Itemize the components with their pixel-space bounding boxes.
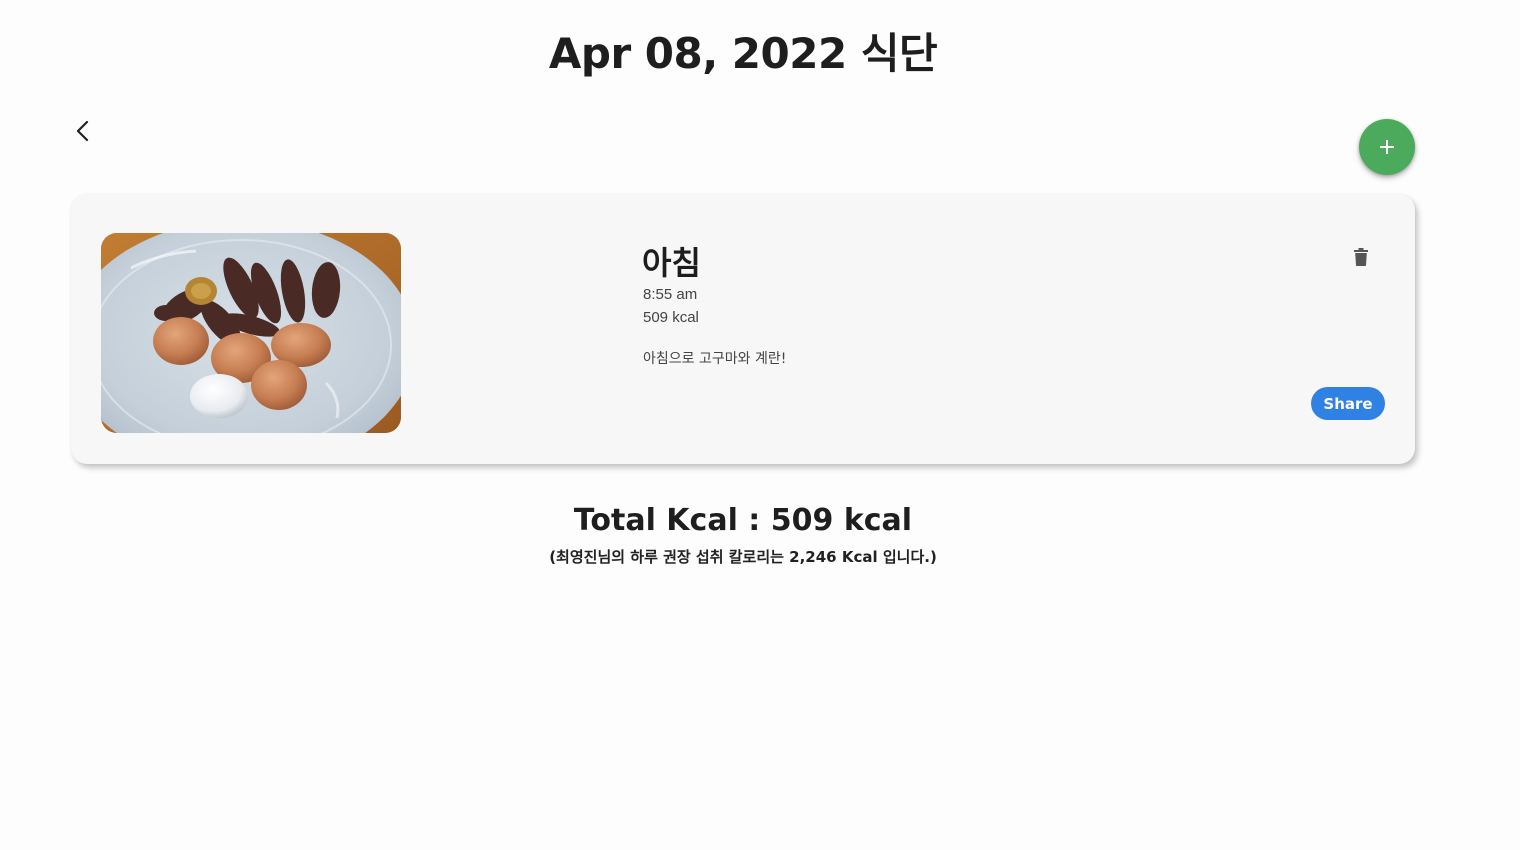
share-button[interactable]: Share bbox=[1311, 387, 1385, 420]
add-meal-button[interactable] bbox=[1359, 119, 1415, 175]
page: Apr 08, 2022 식단 아침 8:55 am 509 kcal 아침으로… bbox=[0, 0, 1520, 850]
total-kcal: Total Kcal : 509 kcal bbox=[573, 503, 913, 538]
meal-memo: 아침으로 고구마와 계란! bbox=[643, 351, 787, 367]
delete-meal-button[interactable] bbox=[1348, 244, 1374, 270]
chevron-left-icon bbox=[76, 120, 89, 142]
recommended-kcal-note: (최영진님의 하루 권장 섭취 칼로리는 2,246 Kcal 입니다.) bbox=[549, 548, 937, 566]
meal-kcal: 509 kcal bbox=[643, 309, 699, 326]
meal-card: 아침 8:55 am 509 kcal 아침으로 고구마와 계란! Share bbox=[71, 194, 1415, 464]
trash-icon bbox=[1354, 248, 1368, 266]
meal-name: 아침 bbox=[642, 244, 701, 282]
back-button[interactable] bbox=[68, 114, 98, 148]
plus-icon bbox=[1380, 140, 1394, 154]
page-title: Apr 08, 2022 식단 bbox=[548, 29, 938, 78]
meal-time: 8:55 am bbox=[643, 286, 698, 303]
meal-photo bbox=[101, 233, 401, 433]
meal-photo-image bbox=[101, 233, 401, 433]
